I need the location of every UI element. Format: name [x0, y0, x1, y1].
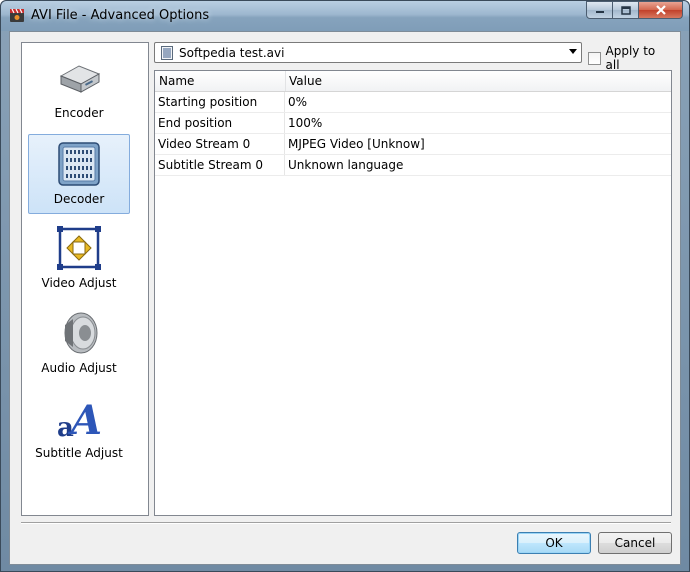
table-row[interactable]: Starting position 0% [155, 92, 671, 113]
row-name: Subtitle Stream 0 [158, 158, 263, 172]
encoder-drive-icon [59, 65, 101, 93]
sidebar-item-audio-adjust[interactable]: Audio Adjust [28, 304, 130, 384]
file-dropdown[interactable]: Softpedia test.avi [154, 42, 582, 63]
column-header-value[interactable]: Value [289, 74, 322, 88]
sidebar-item-label: Subtitle Adjust [35, 446, 123, 460]
row-name: Video Stream 0 [158, 137, 251, 151]
cancel-button[interactable]: Cancel [598, 532, 672, 554]
table-row[interactable]: Video Stream 0 MJPEG Video [Unknow] [155, 134, 671, 155]
ok-button[interactable]: OK [517, 532, 591, 554]
svg-text:A: A [67, 397, 102, 442]
video-adjust-icon [57, 226, 101, 270]
decoder-chip-icon [58, 142, 100, 186]
row-value[interactable]: Unknown language [288, 158, 403, 172]
apply-to-all-label: Apply to all [605, 44, 656, 72]
window-title: AVI File - Advanced Options [31, 8, 210, 23]
row-name: End position [158, 116, 233, 130]
subtitle-text-icon: a A [57, 397, 102, 442]
close-button[interactable] [639, 1, 683, 19]
file-dropdown-value: Softpedia test.avi [179, 46, 285, 60]
file-selector-row: Softpedia test.avi Apply to all [154, 42, 670, 72]
app-icon [10, 8, 24, 22]
grid-header: Name Value [155, 71, 671, 92]
properties-grid: Name Value Starting position 0% End posi… [154, 70, 672, 516]
sidebar-item-label: Video Adjust [41, 276, 117, 290]
table-row[interactable]: End position 100% [155, 113, 671, 134]
speaker-icon [64, 312, 98, 354]
sidebar-item-label: Decoder [53, 192, 105, 206]
minimize-button[interactable] [586, 1, 613, 19]
title-bar[interactable]: AVI File - Advanced Options [1, 1, 689, 31]
cell-divider [284, 92, 285, 112]
minimize-icon [595, 11, 604, 13]
category-sidebar: Encoder Decoder Video Adjust Audio Adjus… [21, 42, 149, 516]
cell-divider [284, 155, 285, 175]
apply-to-all[interactable]: Apply to all [588, 44, 670, 72]
sidebar-item-video-adjust[interactable]: Video Adjust [28, 219, 130, 299]
file-icon [161, 46, 173, 60]
sidebar-item-decoder[interactable]: Decoder [28, 134, 130, 214]
maximize-icon [620, 5, 631, 15]
column-header-name[interactable]: Name [159, 74, 194, 88]
cell-divider [284, 134, 285, 154]
sidebar-item-label: Audio Adjust [41, 361, 117, 375]
dialog-client-area: Encoder Decoder Video Adjust Audio Adjus… [9, 31, 681, 565]
table-row[interactable]: Subtitle Stream 0 Unknown language [155, 155, 671, 176]
apply-to-all-checkbox[interactable] [588, 51, 601, 65]
sidebar-item-label: Encoder [54, 106, 104, 120]
close-icon [655, 5, 666, 15]
chevron-down-icon [569, 49, 577, 54]
row-value[interactable]: MJPEG Video [Unknow] [288, 137, 425, 151]
cell-divider [284, 113, 285, 133]
window-controls [586, 1, 683, 19]
footer-divider [21, 522, 671, 524]
sidebar-item-subtitle-adjust[interactable]: a A Subtitle Adjust [28, 389, 130, 469]
column-divider[interactable] [285, 71, 286, 91]
dialog-window: AVI File - Advanced Options Encoder Deco… [0, 0, 690, 572]
maximize-button[interactable] [613, 1, 639, 19]
sidebar-item-encoder[interactable]: Encoder [28, 49, 130, 129]
row-name: Starting position [158, 95, 258, 109]
row-value[interactable]: 100% [288, 116, 322, 130]
row-value[interactable]: 0% [288, 95, 307, 109]
